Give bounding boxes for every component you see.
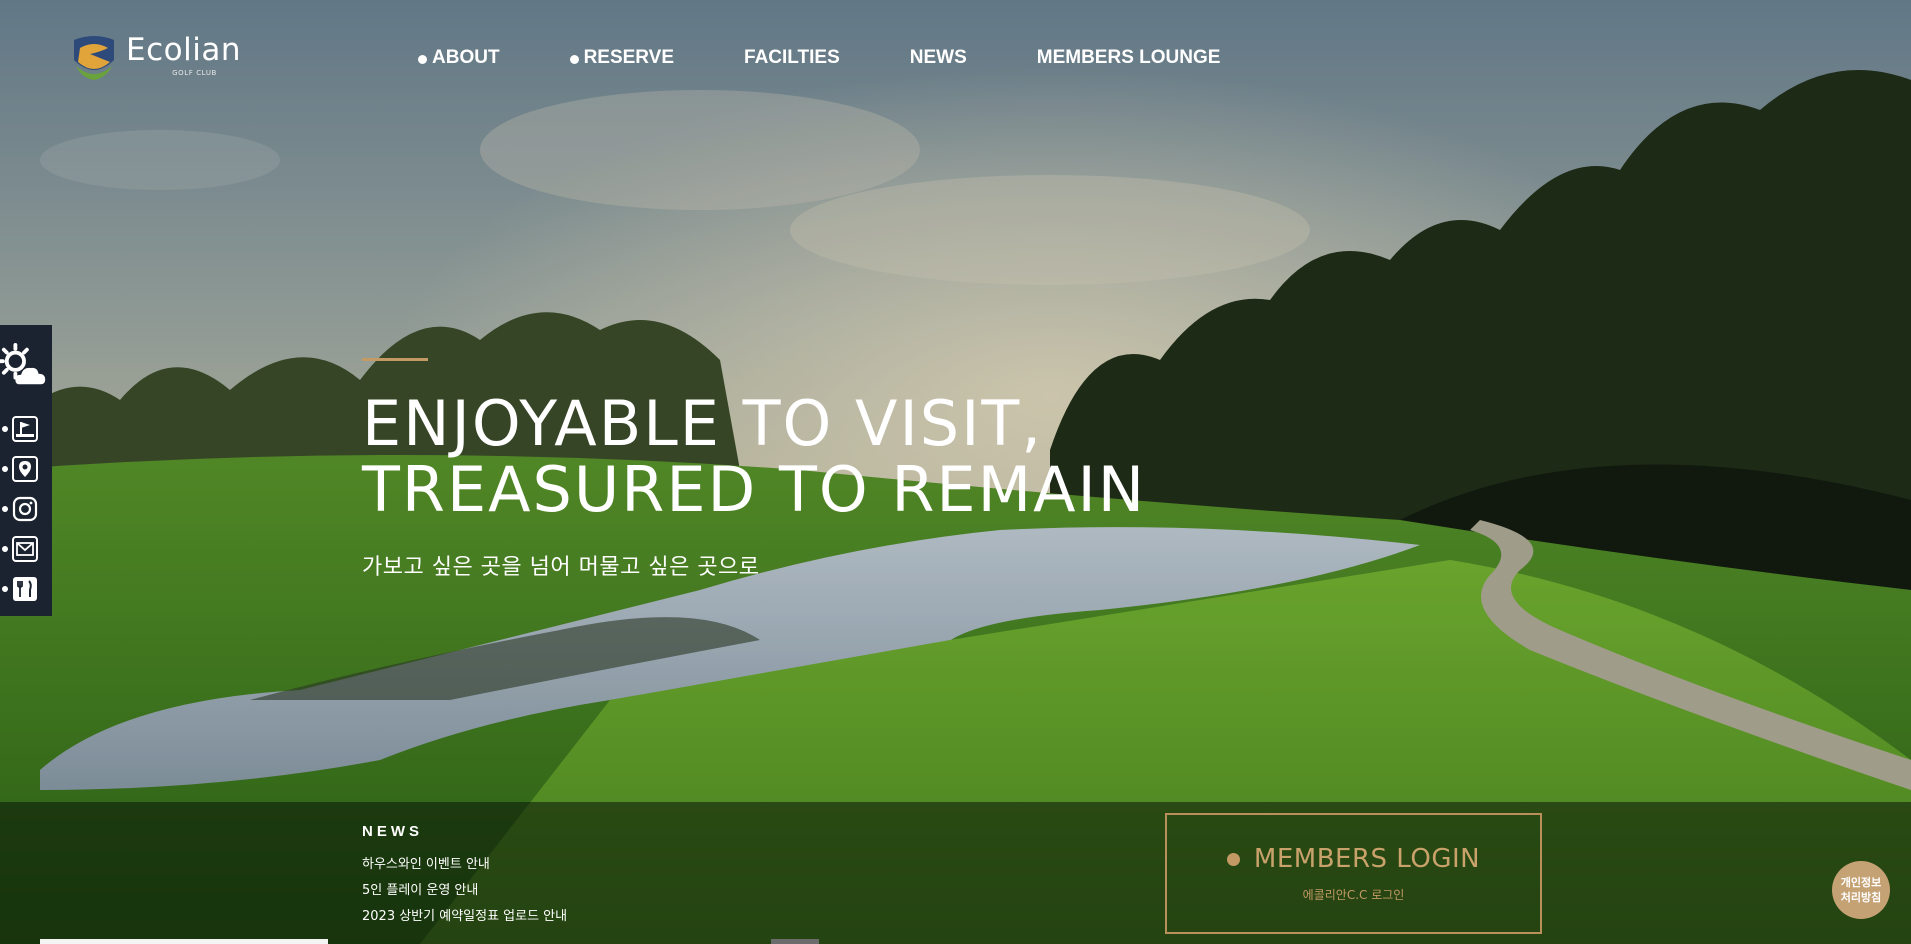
members-login-subtitle: 에콜리안C.C 로그인 (1302, 888, 1405, 902)
nav-members-lounge-label: MEMBERS LOUNGE (1036, 47, 1221, 68)
nav-news[interactable]: NEWS (910, 47, 967, 69)
hero-title-line-2: TREASURED TO REMAIN (362, 453, 1147, 526)
quick-location[interactable] (0, 449, 52, 489)
map-pin-icon (12, 456, 38, 482)
weather-widget[interactable] (0, 325, 52, 409)
instagram-icon (12, 496, 38, 522)
nav-members-lounge[interactable]: MEMBERS LOUNGE (1037, 47, 1221, 69)
nav-dot-icon (418, 55, 427, 64)
members-login-label: MEMBERS LOGIN (1253, 844, 1481, 874)
bottom-strip (40, 939, 328, 944)
quick-reservation[interactable] (0, 409, 52, 449)
news-item[interactable]: 하우스와인 이벤트 안내 (362, 852, 567, 878)
main-navigation: ABOUT RESERVE FACILTIES NEWS MEMBERS LOU… (418, 47, 1290, 69)
nav-facilities[interactable]: FACILTIES (744, 47, 840, 69)
news-item[interactable]: 5인 플레이 운영 안내 (362, 878, 567, 904)
mail-icon (12, 536, 38, 562)
quick-restaurant[interactable] (0, 569, 52, 609)
site-logo[interactable]: Ecolian GOLF CLUB (70, 30, 241, 82)
quick-menu (0, 325, 52, 616)
bottom-strip (771, 939, 819, 944)
nav-reserve-label: RESERVE (583, 47, 675, 68)
nav-reserve[interactable]: RESERVE (569, 47, 675, 69)
news-panel: NEWS 하우스와인 이벤트 안내 5인 플레이 운영 안내 2023 상반기 … (362, 823, 567, 930)
news-item[interactable]: 2023 상반기 예약일정표 업로드 안내 (362, 904, 567, 930)
hero-section: ENJOYABLE TO VISIT, TREASURED TO REMAIN … (362, 358, 1146, 581)
bottom-band (0, 802, 1911, 944)
golf-flag-icon (12, 416, 38, 442)
restaurant-icon (13, 577, 37, 601)
privacy-line-1: 개인정보 (1840, 876, 1882, 889)
nav-about-label: ABOUT (432, 47, 500, 68)
privacy-policy-button[interactable]: 개인정보 처리방침 (1832, 861, 1890, 919)
news-list: 하우스와인 이벤트 안내 5인 플레이 운영 안내 2023 상반기 예약일정표… (362, 852, 567, 930)
nav-about[interactable]: ABOUT (418, 47, 500, 69)
quick-instagram[interactable] (0, 489, 52, 529)
hero-accent-bar (362, 358, 428, 361)
members-login-button[interactable]: MEMBERS LOGIN 에콜리안C.C 로그인 (1165, 813, 1542, 934)
hero-lead: 가보고 싶은 곳을 넘어 머물고 싶은 곳으로 (362, 555, 760, 580)
logo-name: Ecolian (126, 32, 241, 68)
nav-news-label: NEWS (909, 47, 967, 68)
hero-title: ENJOYABLE TO VISIT, TREASURED TO REMAIN (362, 391, 1146, 523)
logo-subtitle: GOLF CLUB (172, 69, 217, 77)
weather-icon (0, 342, 46, 385)
nav-facilities-label: FACILTIES (744, 47, 840, 68)
hero-title-line-1: ENJOYABLE TO VISIT, (362, 387, 1043, 460)
privacy-line-2: 처리방침 (1840, 891, 1882, 904)
news-title: NEWS (362, 823, 423, 840)
login-dot-icon (1226, 852, 1240, 866)
nav-dot-icon (569, 55, 579, 64)
ecolian-logo-icon (74, 36, 114, 80)
quick-mail[interactable] (0, 529, 52, 569)
